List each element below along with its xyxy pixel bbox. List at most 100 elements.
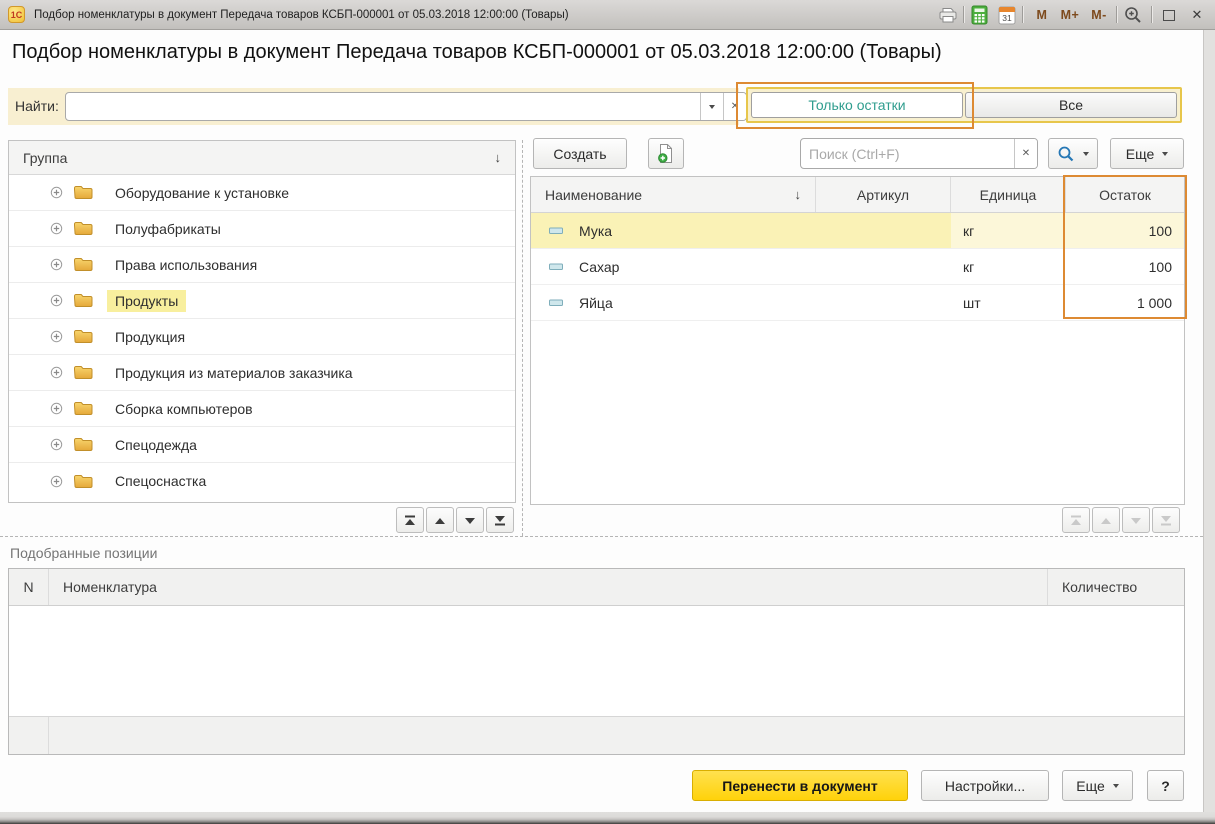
expand-icon[interactable]: [50, 402, 63, 415]
column-header-n[interactable]: N: [9, 569, 49, 605]
list-search-input[interactable]: [801, 139, 1014, 168]
cell-article: [816, 249, 951, 284]
maximize-button[interactable]: [1157, 4, 1181, 26]
go-last-button[interactable]: [486, 507, 514, 533]
column-header-name[interactable]: Наименование ↓: [531, 177, 816, 212]
footer-nomenclature-cell: [49, 717, 1184, 754]
expand-icon[interactable]: [50, 366, 63, 379]
title-bar[interactable]: 1С Подбор номенклатуры в документ Переда…: [0, 0, 1215, 30]
expand-icon[interactable]: [50, 475, 63, 488]
go-top-icon: [405, 515, 415, 525]
tree-item-label: Продукты: [107, 289, 187, 312]
find-row: Найти: ✕: [8, 88, 747, 125]
print-button[interactable]: [935, 4, 961, 26]
go-first-button[interactable]: [396, 507, 424, 533]
item-name: Яйца: [579, 294, 613, 311]
tree-item-label: Права использования: [115, 256, 258, 273]
table-row[interactable]: Яйца шт 1 000: [531, 285, 1184, 321]
create-group-button[interactable]: [648, 138, 684, 169]
expand-icon[interactable]: [50, 330, 63, 343]
folder-icon: [73, 401, 93, 416]
expand-icon[interactable]: [50, 258, 63, 271]
column-header-quantity[interactable]: Количество: [1048, 569, 1184, 605]
expand-icon[interactable]: [50, 186, 63, 199]
memory-add-button[interactable]: M+: [1057, 4, 1083, 26]
calendar-button[interactable]: 31: [996, 4, 1018, 26]
tree-item-label: Продукция из материалов заказчика: [115, 364, 353, 381]
window-title: Подбор номенклатуры в документ Передача …: [34, 9, 569, 21]
memory-minus-label: M-: [1091, 8, 1107, 22]
chevron-down-icon: [1112, 783, 1119, 788]
list-more-button[interactable]: Еще: [1110, 138, 1184, 169]
table-row-selected[interactable]: Мука кг 100: [531, 213, 1184, 249]
tree-column-header[interactable]: Группа ↓: [9, 141, 515, 175]
find-dropdown-button[interactable]: [700, 93, 723, 120]
tree-item[interactable]: Сборка компьютеров: [9, 391, 515, 427]
zoom-button[interactable]: [1121, 4, 1145, 26]
list-nav-bar: [1062, 507, 1180, 533]
settings-button[interactable]: Настройки...: [921, 770, 1049, 801]
column-header-nomenclature[interactable]: Номенклатура: [49, 569, 1048, 605]
tree-item[interactable]: Права использования: [9, 247, 515, 283]
list-search-field: ✕: [800, 138, 1038, 169]
expand-icon[interactable]: [50, 438, 63, 451]
folder-icon: [73, 257, 93, 272]
go-next-button[interactable]: [456, 507, 484, 533]
go-previous-button: [1092, 507, 1120, 533]
tree-item-label: Спецоснастка: [115, 473, 207, 489]
close-button[interactable]: ✕: [1185, 4, 1209, 26]
list-search-clear-button[interactable]: ✕: [1014, 139, 1037, 168]
create-button[interactable]: Создать: [533, 138, 627, 169]
folder-icon: [73, 329, 93, 344]
only-stock-button[interactable]: Только остатки: [751, 92, 963, 118]
column-header-article[interactable]: Артикул: [816, 177, 951, 212]
find-clear-button[interactable]: ✕: [723, 93, 746, 120]
help-button[interactable]: ?: [1147, 770, 1184, 801]
picked-table-body-empty[interactable]: [9, 606, 1184, 716]
column-header-stock[interactable]: Остаток: [1066, 177, 1184, 212]
cell-unit: кг: [963, 258, 975, 275]
footer-more-button[interactable]: Еще: [1062, 770, 1133, 801]
panel-splitter-horizontal[interactable]: [0, 536, 1203, 537]
tree-item[interactable]: Продукция: [9, 319, 515, 355]
tree-item[interactable]: Спецоснастка: [9, 463, 515, 499]
tree-item[interactable]: Полуфабрикаты: [9, 211, 515, 247]
nomenclature-item-icon: [549, 227, 563, 235]
cell-name: Мука: [531, 213, 816, 248]
table-row[interactable]: Сахар кг 100: [531, 249, 1184, 285]
picked-positions-label: Подобранные позиции: [10, 545, 158, 561]
tree-item[interactable]: Продукция из материалов заказчика: [9, 355, 515, 391]
column-header-unit[interactable]: Единица: [951, 177, 1066, 212]
tree-item[interactable]: Оборудование к установке: [9, 175, 515, 211]
memory-recall-button[interactable]: M: [1033, 4, 1051, 26]
calculator-icon: [971, 5, 987, 25]
close-icon: ✕: [1191, 7, 1203, 22]
picked-table-footer-row: [9, 716, 1184, 754]
tree-header-label: Группа: [23, 149, 68, 166]
arrow-down-icon: [1131, 517, 1141, 524]
folder-icon: [73, 293, 93, 308]
panel-splitter-vertical[interactable]: [522, 140, 523, 536]
item-name: Сахар: [579, 258, 620, 275]
calendar-icon: 31: [998, 6, 1016, 25]
find-input[interactable]: [66, 93, 700, 120]
tree-item[interactable]: Спецодежда: [9, 427, 515, 463]
nomenclature-item-icon: [549, 263, 563, 271]
go-previous-button[interactable]: [426, 507, 454, 533]
transfer-to-document-button[interactable]: Перенести в документ: [692, 770, 908, 801]
search-settings-button[interactable]: [1048, 138, 1098, 169]
go-top-icon: [1071, 515, 1081, 525]
chevron-down-icon: [709, 104, 715, 109]
printer-icon: [939, 7, 957, 22]
memory-subtract-button[interactable]: M-: [1086, 4, 1112, 26]
folder-icon: [73, 365, 93, 380]
all-items-button[interactable]: Все: [965, 92, 1177, 118]
tree-item-label: Сборка компьютеров: [115, 400, 253, 417]
expand-icon[interactable]: [50, 294, 63, 307]
tree-item-selected[interactable]: Продукты: [9, 283, 515, 319]
expand-icon[interactable]: [50, 222, 63, 235]
memory-plus-label: M+: [1060, 8, 1080, 22]
column-unit-label: Единица: [979, 186, 1037, 203]
calculator-button[interactable]: [968, 4, 990, 26]
list-more-label: Еще: [1125, 145, 1155, 162]
